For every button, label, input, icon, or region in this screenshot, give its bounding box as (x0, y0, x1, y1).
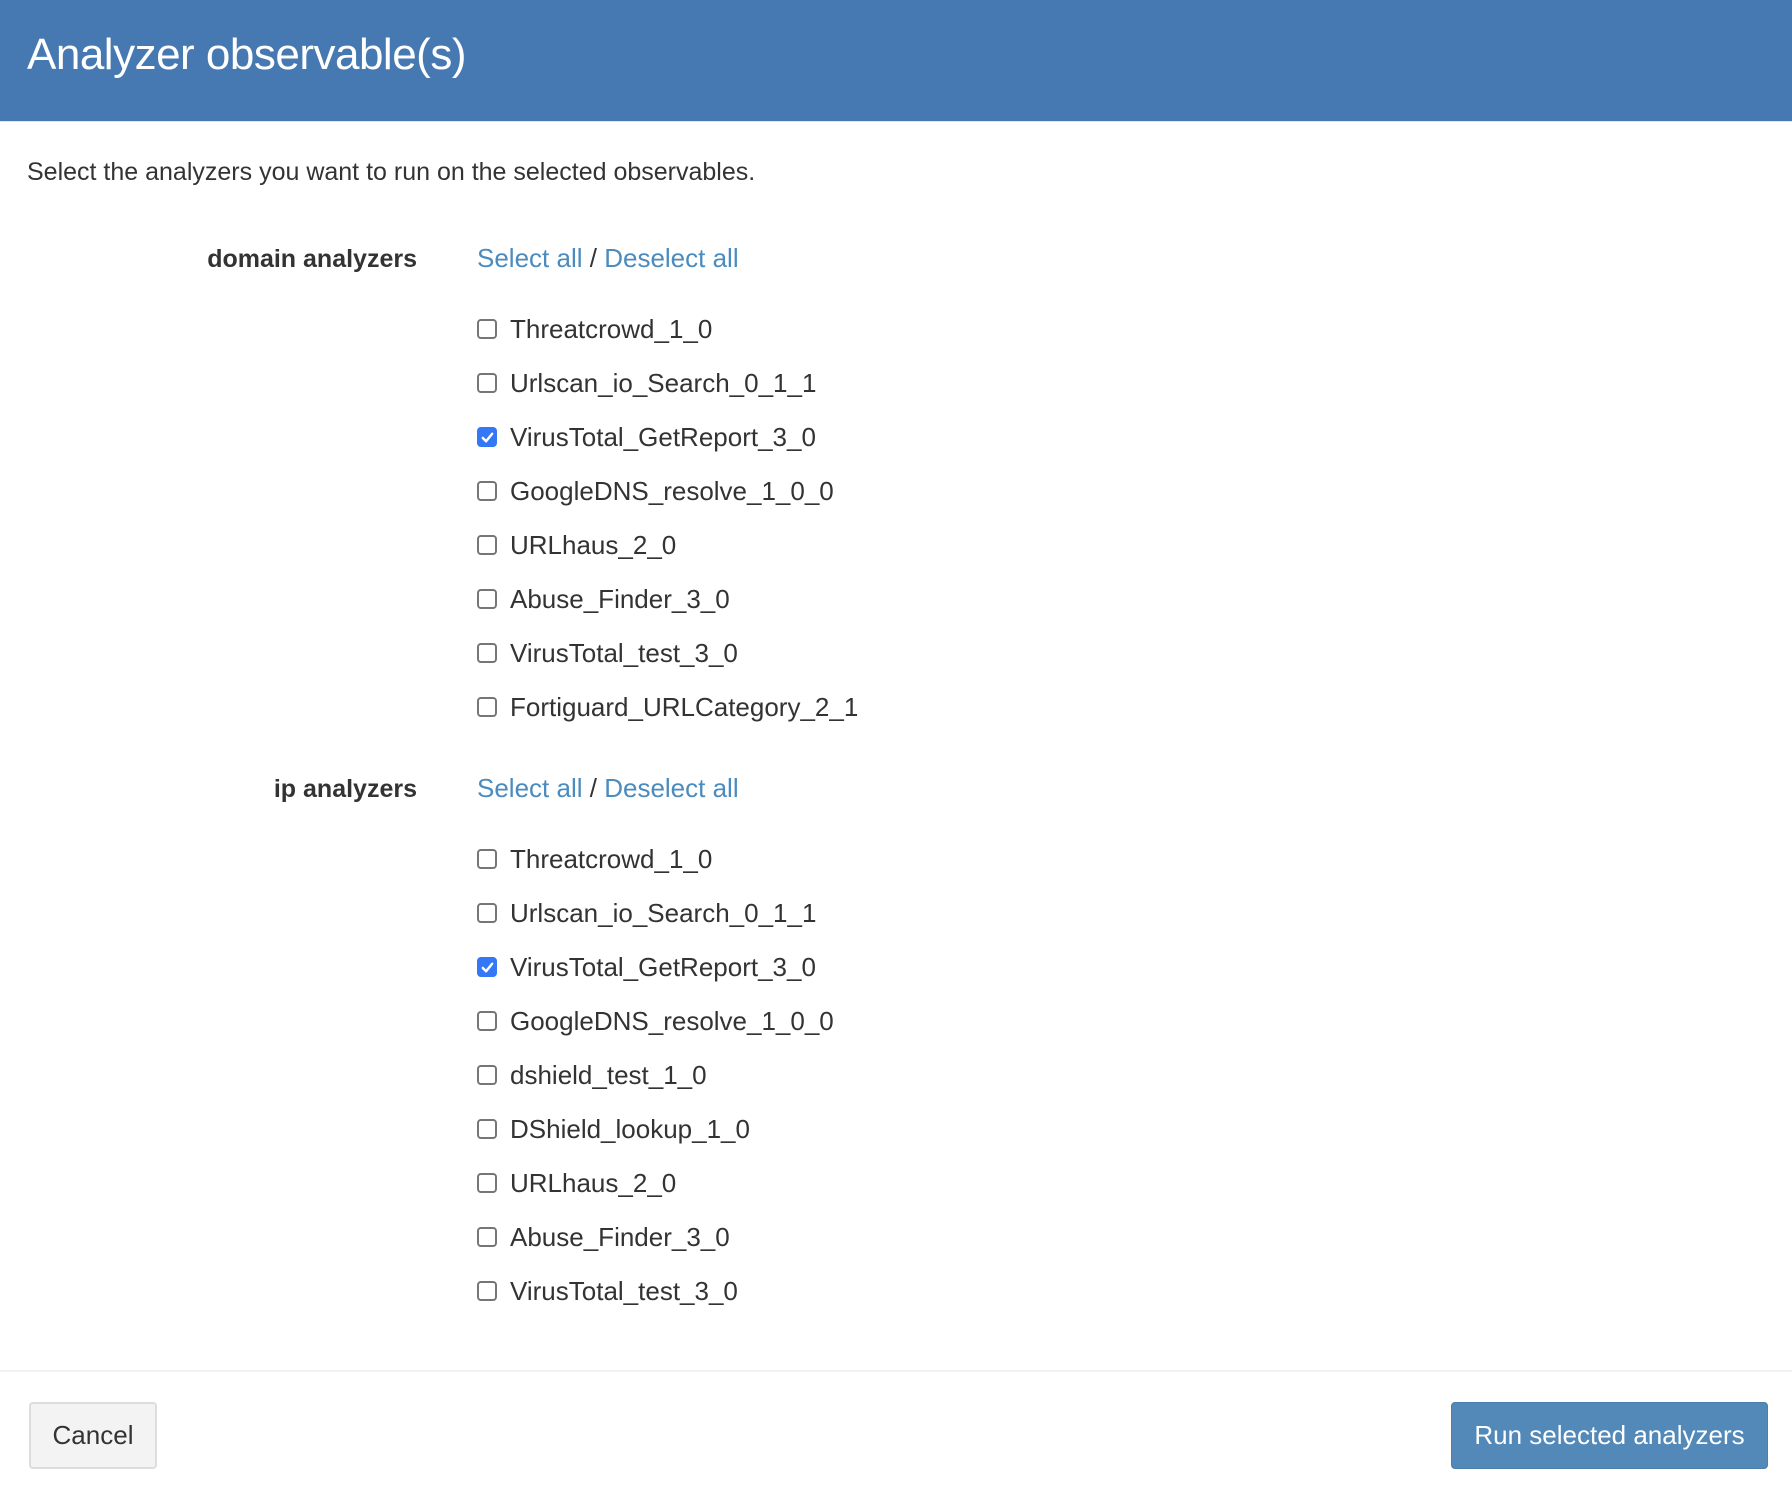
checkmark-icon (481, 432, 493, 442)
domain-select-links: Select all / Deselect all (477, 243, 739, 274)
analyzer-item[interactable]: VirusTotal_test_3_0 (477, 626, 858, 680)
analyzer-item[interactable]: URLhaus_2_0 (477, 518, 858, 572)
analyzer-item[interactable]: Fortiguard_URLCategory_2_1 (477, 680, 858, 734)
analyzer-item[interactable]: Urlscan_io_Search_0_1_1 (477, 356, 858, 410)
analyzer-name: dshield_test_1_0 (510, 1059, 707, 1090)
modal-header: Analyzer observable(s) (0, 0, 1792, 122)
analyzer-item[interactable]: Abuse_Finder_3_0 (477, 572, 858, 626)
section-label-domain: domain analyzers (207, 245, 417, 273)
checkbox-unchecked[interactable] (477, 535, 497, 555)
domain-analyzer-list: Threatcrowd_1_0 Urlscan_io_Search_0_1_1 Vi… (477, 302, 858, 734)
run-selected-analyzers-button[interactable]: Run selected analyzers (1451, 1402, 1768, 1469)
analyzer-item[interactable]: URLhaus_2_0 (477, 1156, 834, 1210)
checkbox-unchecked[interactable] (477, 1173, 497, 1193)
analyzer-name: URLhaus_2_0 (510, 529, 677, 560)
analyzer-item[interactable]: dshield_test_1_0 (477, 1048, 834, 1102)
analyzer-item[interactable]: VirusTotal_GetReport_3_0 (477, 940, 834, 994)
checkbox-unchecked[interactable] (477, 481, 497, 501)
link-separator: / (589, 243, 597, 273)
cancel-button[interactable]: Cancel (29, 1402, 157, 1469)
analyzer-item[interactable]: DShield_lookup_1_0 (477, 1102, 834, 1156)
modal-intro-text: Select the analyzers you want to run on … (27, 158, 756, 186)
checkbox-unchecked[interactable] (477, 643, 497, 663)
analyzer-name: Abuse_Finder_3_0 (510, 583, 730, 614)
ip-select-links: Select all / Deselect all (477, 773, 739, 804)
checkbox-unchecked[interactable] (477, 1011, 497, 1031)
checkbox-unchecked[interactable] (477, 1119, 497, 1139)
analyzer-item[interactable]: Threatcrowd_1_0 (477, 302, 858, 356)
domain-deselect-all-link[interactable]: Deselect all (604, 243, 738, 273)
analyzer-name: GoogleDNS_resolve_1_0_0 (510, 1005, 834, 1036)
analyzer-item[interactable]: VirusTotal_GetReport_3_0 (477, 410, 858, 464)
checkbox-unchecked[interactable] (477, 589, 497, 609)
analyzer-name: DShield_lookup_1_0 (510, 1113, 750, 1144)
analyzer-name: Threatcrowd_1_0 (510, 843, 713, 874)
section-label-ip: ip analyzers (273, 775, 417, 803)
checkbox-unchecked[interactable] (477, 849, 497, 869)
analyzer-name: URLhaus_2_0 (510, 1167, 677, 1198)
analyzer-item[interactable]: Abuse_Finder_3_0 (477, 1210, 834, 1264)
analyzer-name: Threatcrowd_1_0 (510, 313, 713, 344)
ip-select-all-link[interactable]: Select all (477, 773, 583, 803)
analyzer-name: Urlscan_io_Search_0_1_1 (510, 367, 817, 398)
analyzer-name: Fortiguard_URLCategory_2_1 (510, 691, 859, 722)
checkmark-icon (481, 962, 493, 972)
checkbox-checked[interactable] (477, 427, 497, 447)
checkbox-unchecked[interactable] (477, 1227, 497, 1247)
footer-divider (0, 1370, 1792, 1372)
ip-deselect-all-link[interactable]: Deselect all (604, 773, 738, 803)
checkbox-unchecked[interactable] (477, 697, 497, 717)
analyzer-item[interactable]: VirusTotal_test_3_0 (477, 1264, 834, 1318)
analyzer-name: Abuse_Finder_3_0 (510, 1221, 730, 1252)
checkbox-unchecked[interactable] (477, 903, 497, 923)
analyzer-name: VirusTotal_test_3_0 (510, 637, 738, 668)
analyzer-name: VirusTotal_test_3_0 (510, 1275, 738, 1306)
analyzer-name: VirusTotal_GetReport_3_0 (510, 421, 816, 452)
checkbox-unchecked[interactable] (477, 373, 497, 393)
link-separator: / (589, 773, 597, 803)
analyzer-item[interactable]: GoogleDNS_resolve_1_0_0 (477, 994, 834, 1048)
modal-title: Analyzer observable(s) (27, 30, 466, 79)
checkbox-checked[interactable] (477, 957, 497, 977)
domain-select-all-link[interactable]: Select all (477, 243, 583, 273)
analyzer-item[interactable]: GoogleDNS_resolve_1_0_0 (477, 464, 858, 518)
checkbox-unchecked[interactable] (477, 319, 497, 339)
analyzer-item[interactable]: Threatcrowd_1_0 (477, 832, 834, 886)
ip-analyzer-list: Threatcrowd_1_0 Urlscan_io_Search_0_1_1 Vi… (477, 832, 834, 1318)
checkbox-unchecked[interactable] (477, 1065, 497, 1085)
analyzer-name: VirusTotal_GetReport_3_0 (510, 951, 816, 982)
checkbox-unchecked[interactable] (477, 1281, 497, 1301)
analyzer-name: Urlscan_io_Search_0_1_1 (510, 897, 817, 928)
analyzer-name: GoogleDNS_resolve_1_0_0 (510, 475, 834, 506)
analyzer-item[interactable]: Urlscan_io_Search_0_1_1 (477, 886, 834, 940)
